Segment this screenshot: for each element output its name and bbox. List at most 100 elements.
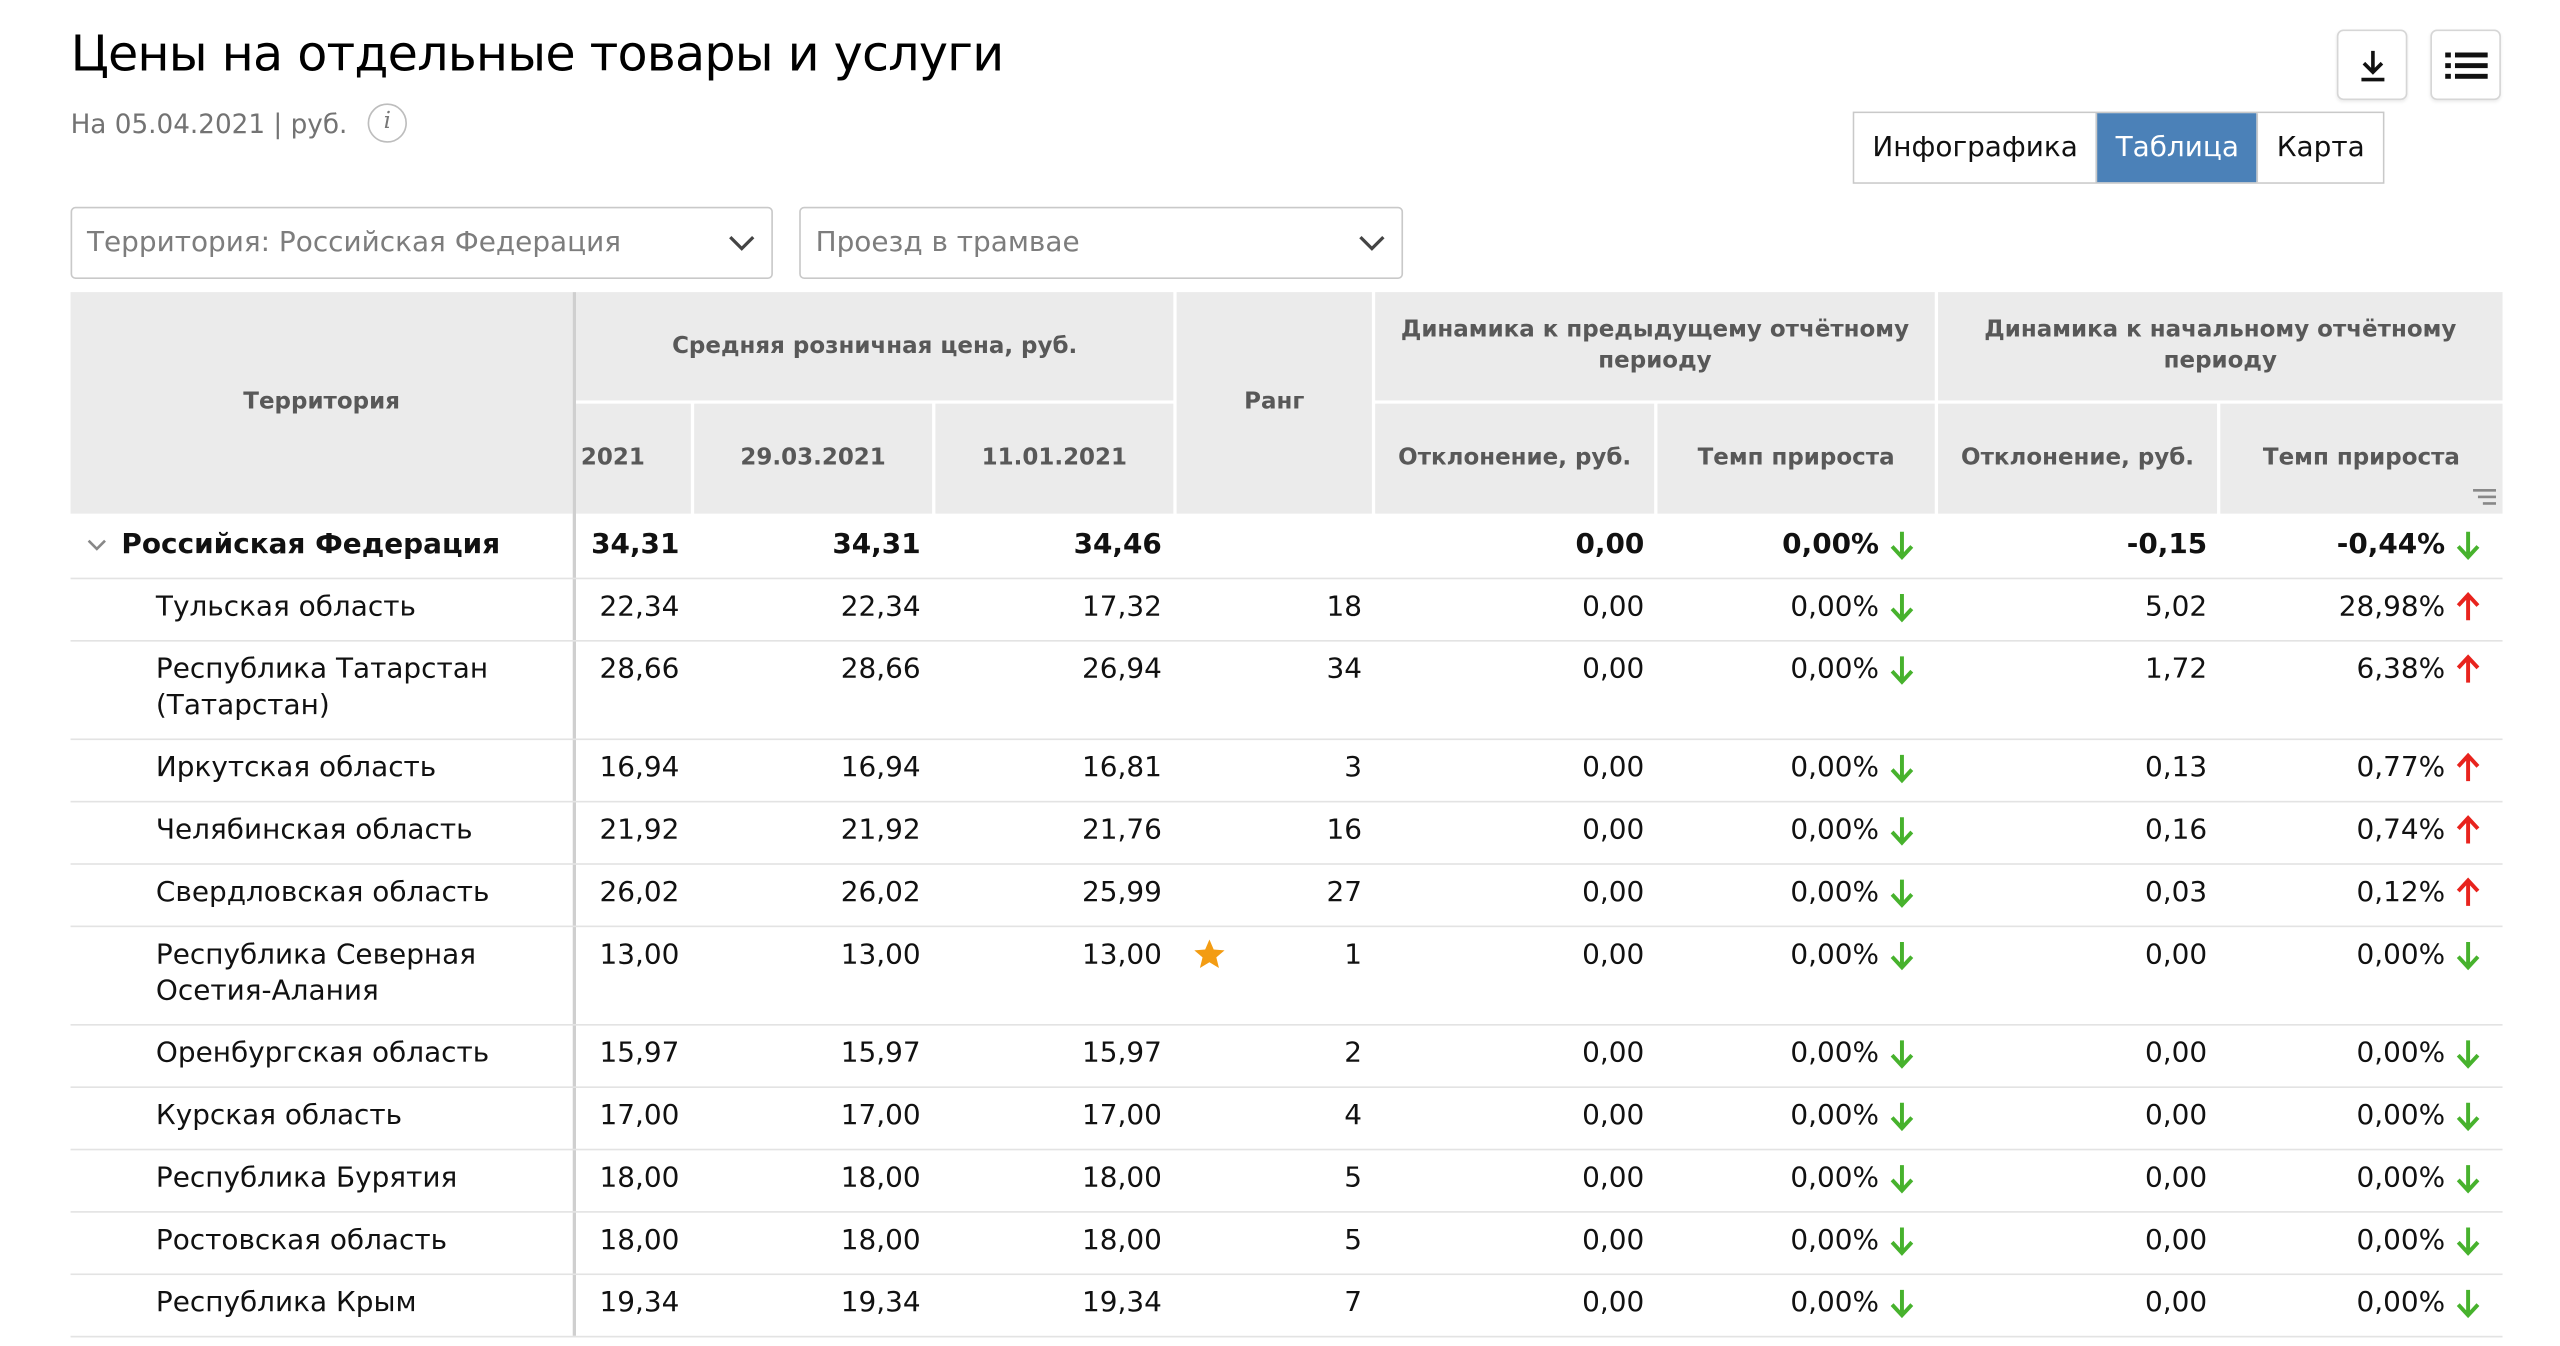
deviation-start: 0,00 <box>2145 1161 2208 1195</box>
territory-name: Российская Федерация <box>121 528 501 562</box>
deviation-previous: 0,00 <box>1582 876 1645 910</box>
territory-select[interactable]: Территория: Российская Федерация <box>70 206 773 279</box>
growth-rate-start: 0,00% <box>2356 1286 2446 1320</box>
deviation-start: 5,02 <box>2145 590 2208 624</box>
growth-rate-previous: 0,00% <box>1790 1161 1879 1195</box>
chevron-down-icon <box>729 235 755 251</box>
table-row[interactable]: Свердловская область 26,02 26,02 25,99 27 0,0… <box>70 863 2503 928</box>
growth-rate-previous: 0,00% <box>1790 813 1879 847</box>
price-date-3: 15,97 <box>1081 1037 1162 1070</box>
table-row[interactable]: Оренбургская область 15,97 15,97 15,97 2 0,00… <box>70 1024 2503 1088</box>
header-date-3[interactable]: 11.01.2021 <box>935 403 1174 514</box>
price-date-1: 18,00 <box>599 1161 680 1195</box>
rank-value: 27 <box>1326 876 1363 910</box>
deviation-previous: 0,00 <box>1582 1286 1645 1320</box>
growth-rate-start: 0,00% <box>2356 1224 2446 1258</box>
deviation-start: 1,72 <box>2145 653 2208 686</box>
growth-rate-previous: 0,00% <box>1790 1099 1879 1133</box>
header-dynamics-start: Динамика к начальному отчётному периоду <box>1938 292 2503 401</box>
table-row[interactable]: Иркутская область 16,94 16,94 16,81 3 0,00 0,0… <box>70 738 2503 803</box>
arrow-down-icon <box>1889 1287 1915 1328</box>
filter-icon[interactable] <box>2473 489 2496 505</box>
table-row[interactable]: Челябинская область 21,92 21,92 21,76 16 0,00… <box>70 801 2503 865</box>
download-icon <box>2360 50 2384 81</box>
header-rank[interactable]: Ранг <box>1176 292 1372 514</box>
price-date-3: 13,00 <box>1081 938 1162 972</box>
arrow-down-icon <box>2455 528 2481 569</box>
table-row[interactable]: Республика Северная Осетия-Алания 13,00 13… <box>70 926 2503 1026</box>
deviation-previous: 0,00 <box>1582 590 1645 624</box>
deviation-previous: 0,00 <box>1582 751 1645 785</box>
table-row[interactable]: Ростовская область 18,00 18,00 18,00 5 0,00 0,… <box>70 1211 2503 1276</box>
arrow-up-icon <box>2455 653 2481 694</box>
arrow-down-icon <box>1889 814 1915 855</box>
arrow-down-icon <box>1889 752 1915 793</box>
list-menu-icon <box>2444 51 2487 78</box>
chevron-down-icon[interactable] <box>85 530 108 563</box>
tab-map[interactable]: Карта <box>2257 113 2383 183</box>
price-date-1: 17,00 <box>599 1099 680 1133</box>
price-date-2: 21,92 <box>840 813 921 847</box>
price-date-2: 28,66 <box>840 653 921 686</box>
tab-infographic[interactable]: Инфографика <box>1854 113 2096 183</box>
growth-rate-previous: 0,00% <box>1790 1286 1879 1320</box>
table-row[interactable]: Республика Татарстан (Татарстан) 28,66 28,… <box>70 640 2503 741</box>
price-date-1: 19,34 <box>599 1286 680 1320</box>
list-menu-button[interactable] <box>2430 29 2501 101</box>
header-growth-previous[interactable]: Темп прироста <box>1657 403 1935 514</box>
territory-name: Челябинская область <box>155 813 473 847</box>
price-date-3: 17,00 <box>1081 1099 1162 1133</box>
price-date-2: 13,00 <box>840 938 921 972</box>
arrow-down-icon <box>2455 939 2481 980</box>
arrow-up-icon <box>2455 752 2481 793</box>
rank-value: 5 <box>1344 1161 1363 1195</box>
growth-rate-previous: 0,00% <box>1790 1224 1879 1258</box>
price-date-1: 16,94 <box>599 751 680 785</box>
price-date-3: 34,46 <box>1073 528 1162 562</box>
rank-value: 4 <box>1344 1099 1363 1133</box>
price-date-1: 18,00 <box>599 1224 680 1258</box>
rank-value: 34 <box>1326 653 1363 686</box>
rank-value: 16 <box>1326 813 1363 847</box>
price-date-3: 19,34 <box>1081 1286 1162 1320</box>
table-row[interactable]: Тульская область 22,34 22,34 17,32 18 0,00 0,0… <box>70 578 2503 642</box>
header-deviation-previous[interactable]: Отклонение, руб. <box>1375 403 1655 514</box>
growth-rate-start: 0,12% <box>2356 876 2446 910</box>
territory-select-value: Территория: Российская Федерация <box>86 226 622 260</box>
deviation-previous: 0,00 <box>1582 938 1645 972</box>
price-date-2: 22,34 <box>840 590 921 624</box>
price-date-1: 22,34 <box>599 590 680 624</box>
territory-name: Республика Татарстан (Татарстан) <box>155 653 489 723</box>
arrow-up-icon <box>2455 876 2481 917</box>
rank-value: 7 <box>1344 1286 1363 1320</box>
table-row[interactable]: Курская область 17,00 17,00 17,00 4 0,00 0,00%… <box>70 1086 2503 1151</box>
arrow-down-icon <box>1889 939 1915 980</box>
table-row[interactable]: Республика Бурятия 18,00 18,00 18,00 5 0,00 0,… <box>70 1149 2503 1213</box>
growth-rate-previous: 0,00% <box>1790 876 1879 910</box>
growth-rate-start: 0,00% <box>2356 1161 2446 1195</box>
deviation-start: 0,00 <box>2145 938 2208 972</box>
tab-table[interactable]: Таблица <box>2095 113 2258 183</box>
header-date-2[interactable]: 29.03.2021 <box>694 403 933 514</box>
header-growth-start[interactable]: Темп прироста <box>2220 403 2503 514</box>
arrow-up-icon <box>2455 814 2481 855</box>
page: Цены на отдельные товары и услуги На 05.… <box>0 0 2560 1346</box>
star-icon <box>1193 939 1226 978</box>
info-icon[interactable]: i <box>367 103 407 143</box>
header-date-1[interactable]: 2021 <box>575 403 691 514</box>
header-deviation-start[interactable]: Отклонение, руб. <box>1938 403 2218 514</box>
price-date-1: 13,00 <box>599 938 680 972</box>
growth-rate-start: 28,98% <box>2338 590 2446 624</box>
arrow-up-icon <box>2455 591 2481 632</box>
arrow-down-icon <box>1889 1162 1915 1203</box>
price-date-3: 18,00 <box>1081 1161 1162 1195</box>
arrow-down-icon <box>1889 1224 1915 1265</box>
header-territory[interactable]: Территория <box>70 292 573 514</box>
rank-value: 18 <box>1326 590 1363 624</box>
deviation-start: 0,00 <box>2145 1037 2208 1070</box>
download-button[interactable] <box>2336 29 2408 101</box>
deviation-start: -0,15 <box>2126 528 2208 562</box>
service-select[interactable]: Проезд в трамвае <box>799 206 1404 279</box>
table-row[interactable]: Российская Федерация 34,31 34,31 34,46 0,00 0… <box>70 515 2503 580</box>
deviation-start: 0,16 <box>2145 813 2208 847</box>
